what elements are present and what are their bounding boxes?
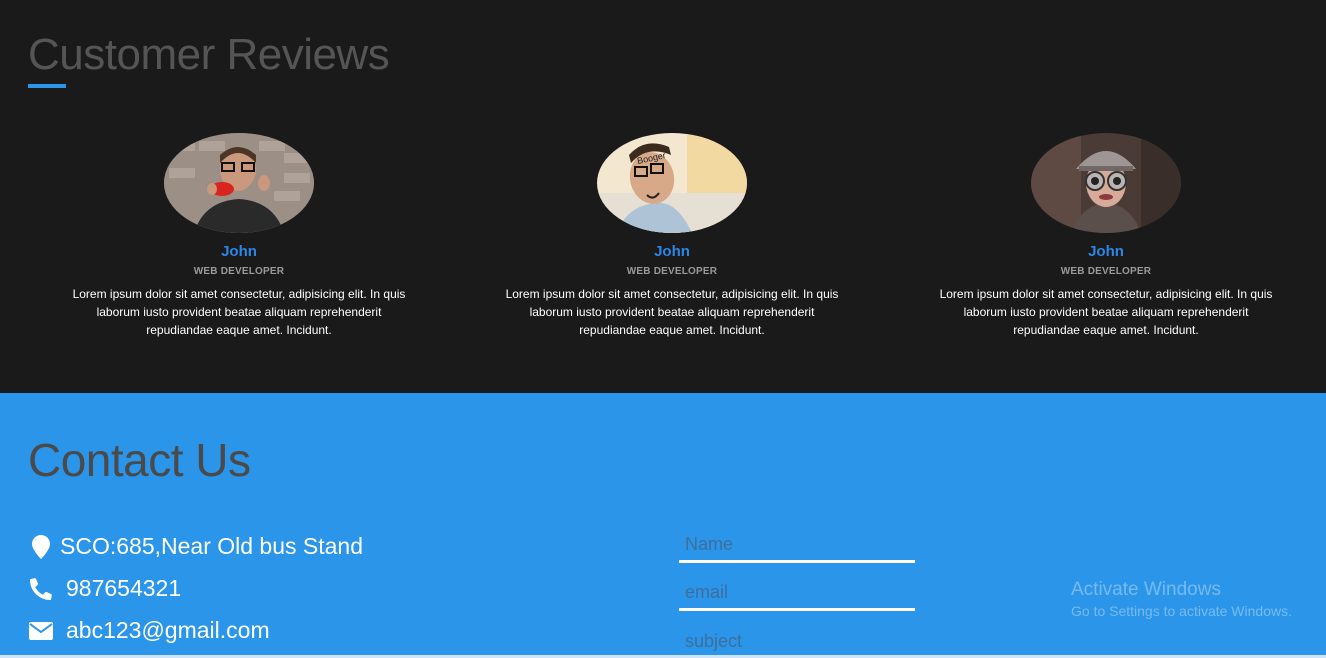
address-text: SCO:685,Near Old bus Stand [60, 533, 363, 559]
review-card: John WEB DEVELOPER Lorem ipsum dolor sit… [936, 133, 1276, 339]
review-text: Lorem ipsum dolor sit amet consectetur, … [939, 287, 1273, 337]
reviewer-role: WEB DEVELOPER [626, 266, 718, 277]
watermark-title: Activate Windows [1071, 579, 1221, 600]
review-card: Booger John WEB DEVELOPER Lorem ipsum do… [502, 133, 842, 339]
review-text: Lorem ipsum dolor sit amet consectetur, … [505, 287, 839, 337]
phone-text: 987654321 [66, 575, 182, 601]
reviewer-avatar [164, 133, 314, 233]
customer-reviews-section: Customer Reviews John WEB DEVELOPER Lore… [0, 0, 1326, 393]
email-text: abc123@gmail.com [66, 617, 270, 643]
reviewer-name: John [221, 243, 257, 260]
title-underline [28, 84, 66, 88]
reviewer-name: John [654, 243, 690, 260]
map-marker-icon [28, 534, 54, 559]
phone-row: 987654321 [28, 575, 181, 602]
reviewer-name: John [1088, 243, 1124, 260]
activate-windows-watermark: Activate Windows Go to Settings to activ… [1071, 579, 1292, 619]
phone-icon [28, 577, 54, 600]
reviews-title: Customer Reviews [28, 30, 390, 79]
reviewer-avatar: Booger [597, 133, 747, 233]
reviewer-role: WEB DEVELOPER [1060, 266, 1152, 277]
review-text: Lorem ipsum dolor sit amet consectetur, … [72, 287, 406, 337]
envelope-icon [28, 621, 54, 640]
name-input[interactable] [679, 529, 915, 563]
watermark-subtitle: Go to Settings to activate Windows. [1071, 603, 1292, 619]
subject-input[interactable] [679, 624, 915, 658]
contact-section: Contact Us SCO:685,Near Old bus Stand 98… [0, 393, 1326, 658]
reviewer-role: WEB DEVELOPER [193, 266, 285, 277]
review-card: John WEB DEVELOPER Lorem ipsum dolor sit… [69, 133, 409, 339]
email-row: abc123@gmail.com [28, 617, 270, 644]
address-row: SCO:685,Near Old bus Stand [28, 533, 363, 560]
reviewer-avatar [1031, 133, 1181, 233]
email-input[interactable] [679, 577, 915, 611]
contact-title: Contact Us [28, 434, 251, 486]
